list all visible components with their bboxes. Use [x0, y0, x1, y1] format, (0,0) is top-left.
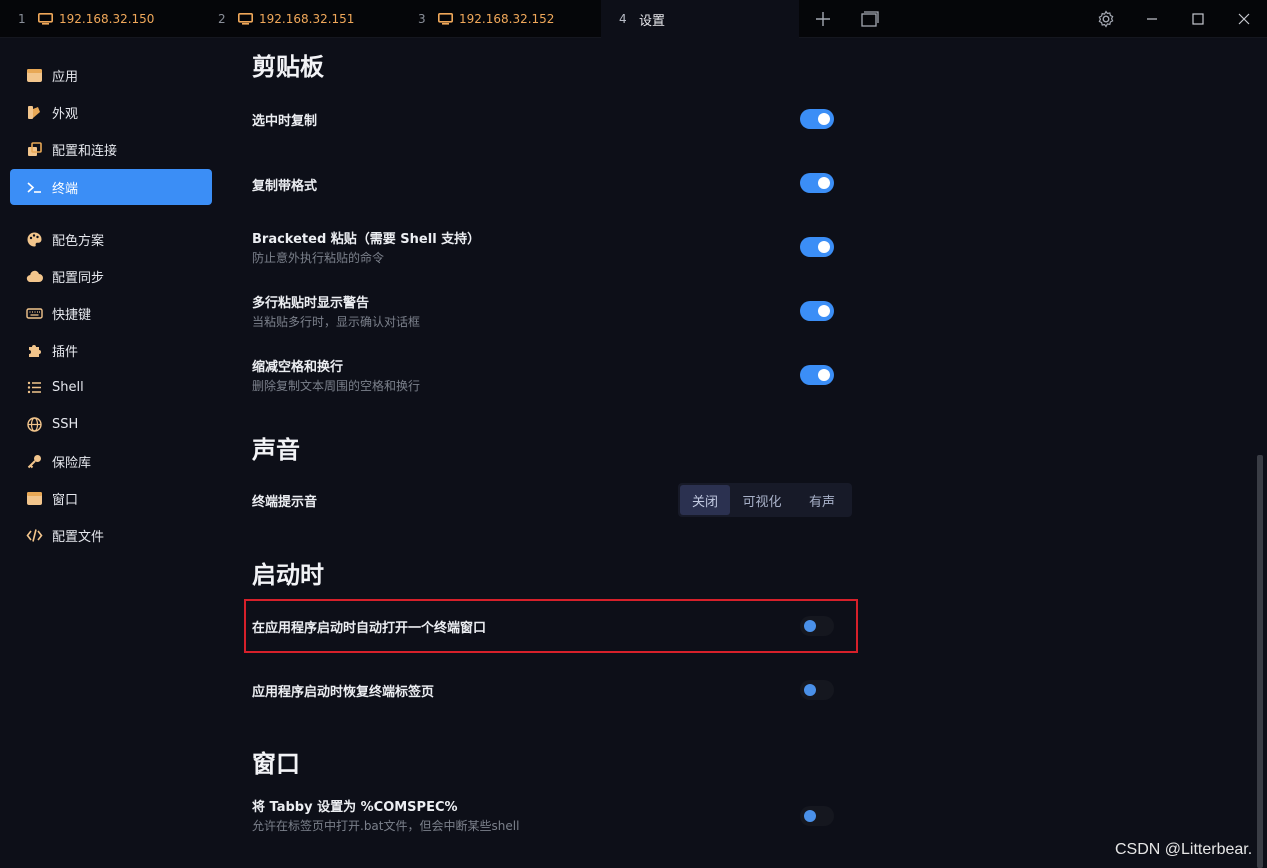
sidebar-item-label: 配置同步: [52, 270, 105, 286]
bell-option-visual[interactable]: 可视化: [730, 485, 794, 515]
setting-bracketed-paste-title: Bracketed 粘贴（需要 Shell 支持）: [252, 232, 481, 247]
setting-bracketed-paste-subtitle: 防止意外执行粘贴的命令: [252, 251, 385, 265]
close-icon[interactable]: [1234, 9, 1254, 29]
sidebar-item-sync[interactable]: 配置同步: [10, 258, 212, 294]
tab-number: 2: [218, 12, 226, 26]
setting-trim-subtitle: 删除复制文本周围的空格和换行: [252, 379, 421, 393]
scrollbar-thumb[interactable]: [1257, 455, 1263, 868]
sidebar-item-label: 快捷键: [52, 307, 92, 323]
setting-trim-title: 缩减空格和换行: [252, 360, 344, 375]
tab-label: 192.168.32.150: [59, 12, 155, 26]
code-icon: [26, 528, 43, 542]
sidebar-item-config-file[interactable]: 配置文件: [10, 517, 212, 553]
sidebar-item-window[interactable]: 窗口: [10, 480, 212, 516]
setting-restore-tabs-title: 应用程序启动时恢复终端标签页: [252, 685, 435, 700]
setting-auto-open-title: 在应用程序启动时自动打开一个终端窗口: [252, 621, 487, 636]
sidebar-item-label: 应用: [52, 69, 79, 85]
tab-number: 3: [418, 12, 426, 26]
section-title-window: 窗口: [252, 750, 300, 778]
sidebar-item-label: 外观: [52, 106, 79, 122]
puzzle-icon: [29, 344, 41, 357]
setting-comspec-subtitle: 允许在标签页中打开.bat文件，但会中断某些shell: [252, 819, 520, 833]
cloud-icon: [26, 270, 43, 282]
settings-sidebar: 应用 外观 配置和连接 终端 配色方案 配置同步 快捷键 插件 Shell SS…: [0, 38, 222, 868]
plus-icon[interactable]: [813, 9, 833, 29]
section-title-sound: 声音: [252, 436, 300, 464]
bell-option-off[interactable]: 关闭: [680, 485, 730, 515]
monitor-icon: [238, 13, 253, 25]
sidebar-item-label: 插件: [52, 344, 79, 360]
setting-copy-on-select-title: 选中时复制: [252, 114, 318, 129]
monitor-icon: [438, 13, 453, 25]
sidebar-item-plugins[interactable]: 插件: [10, 332, 212, 368]
palette-swatch-icon: [28, 105, 40, 119]
multiline-warn-toggle[interactable]: [800, 301, 834, 321]
list-icon: [27, 381, 41, 393]
sidebar-item-appearance[interactable]: 外观: [10, 94, 212, 130]
sidebar-item-label: 终端: [52, 181, 79, 197]
sidebar-item-label: 窗口: [52, 492, 79, 508]
sidebar-item-label: 配置和连接: [52, 143, 118, 159]
copy-formatted-toggle[interactable]: [800, 173, 834, 193]
sidebar-item-label: 保险库: [52, 455, 92, 471]
tab-label: 设置: [639, 13, 666, 29]
sidebar-item-terminal[interactable]: 终端: [10, 169, 212, 205]
setting-multiline-warn-title: 多行粘贴时显示警告: [252, 296, 370, 311]
watermark: CSDN @Litterbear.: [1115, 841, 1253, 858]
bell-segmented-control: 关闭 可视化 有声: [678, 483, 852, 517]
comspec-toggle[interactable]: [800, 806, 834, 826]
gear-icon[interactable]: [1096, 9, 1116, 29]
tab-4-settings[interactable]: 4 设置: [601, 0, 799, 38]
monitor-icon: [38, 13, 53, 25]
tab-label: 192.168.32.152: [459, 12, 555, 26]
sidebar-item-hotkeys[interactable]: 快捷键: [10, 295, 212, 331]
trim-toggle[interactable]: [800, 365, 834, 385]
sidebar-item-label: 配置文件: [52, 529, 105, 545]
sidebar-item-profiles[interactable]: 配置和连接: [10, 131, 212, 167]
sidebar-item-color-scheme[interactable]: 配色方案: [10, 221, 212, 257]
setting-multiline-warn-subtitle: 当粘贴多行时，显示确认对话框: [252, 315, 421, 329]
maximize-icon[interactable]: [1188, 9, 1208, 29]
tab-number: 4: [619, 12, 627, 26]
sidebar-item-shell[interactable]: Shell: [10, 369, 212, 405]
setting-copy-formatted-title: 复制带格式: [252, 179, 318, 194]
tab-2[interactable]: 2 192.168.32.151: [218, 0, 408, 38]
section-title-clipboard: 剪贴板: [252, 53, 324, 81]
setting-bell-title: 终端提示音: [252, 495, 318, 510]
sidebar-item-label: SSH: [52, 416, 79, 432]
tab-number: 1: [18, 12, 26, 26]
globe-icon: [27, 416, 42, 432]
sidebar-item-label: Shell: [52, 379, 84, 395]
tab-3[interactable]: 3 192.168.32.152: [418, 0, 600, 38]
keyboard-icon: [26, 307, 43, 319]
tab-1[interactable]: 1 192.168.32.150: [18, 0, 208, 38]
copy-on-select-toggle[interactable]: [800, 109, 834, 129]
settings-content: 剪贴板 选中时复制 复制带格式 Bracketed 粘贴（需要 Shell 支持…: [222, 38, 1255, 868]
bracketed-paste-toggle[interactable]: [800, 237, 834, 257]
window-icon: [27, 68, 42, 82]
auto-open-toggle[interactable]: [800, 616, 834, 636]
sidebar-item-app[interactable]: 应用: [10, 57, 212, 93]
bell-option-audible[interactable]: 有声: [794, 485, 850, 515]
tab-label: 192.168.32.151: [259, 12, 355, 26]
tab-bar: 1 192.168.32.150 2 192.168.32.151 3 192.…: [0, 0, 1267, 38]
restore-tabs-toggle[interactable]: [800, 680, 834, 700]
window-icon: [27, 491, 42, 505]
sidebar-item-label: 配色方案: [52, 233, 105, 249]
sidebar-item-vault[interactable]: 保险库: [10, 443, 212, 479]
terminal-icon: [27, 181, 41, 193]
window-stack-icon[interactable]: [859, 9, 879, 29]
minimize-icon[interactable]: [1142, 9, 1162, 29]
section-title-startup: 启动时: [252, 561, 324, 589]
sidebar-item-ssh[interactable]: SSH: [10, 406, 212, 442]
setting-comspec-title: 将 Tabby 设置为 %COMSPEC%: [252, 800, 458, 815]
profiles-icon: [28, 141, 42, 156]
palette-icon: [27, 232, 42, 246]
key-icon: [27, 454, 41, 468]
